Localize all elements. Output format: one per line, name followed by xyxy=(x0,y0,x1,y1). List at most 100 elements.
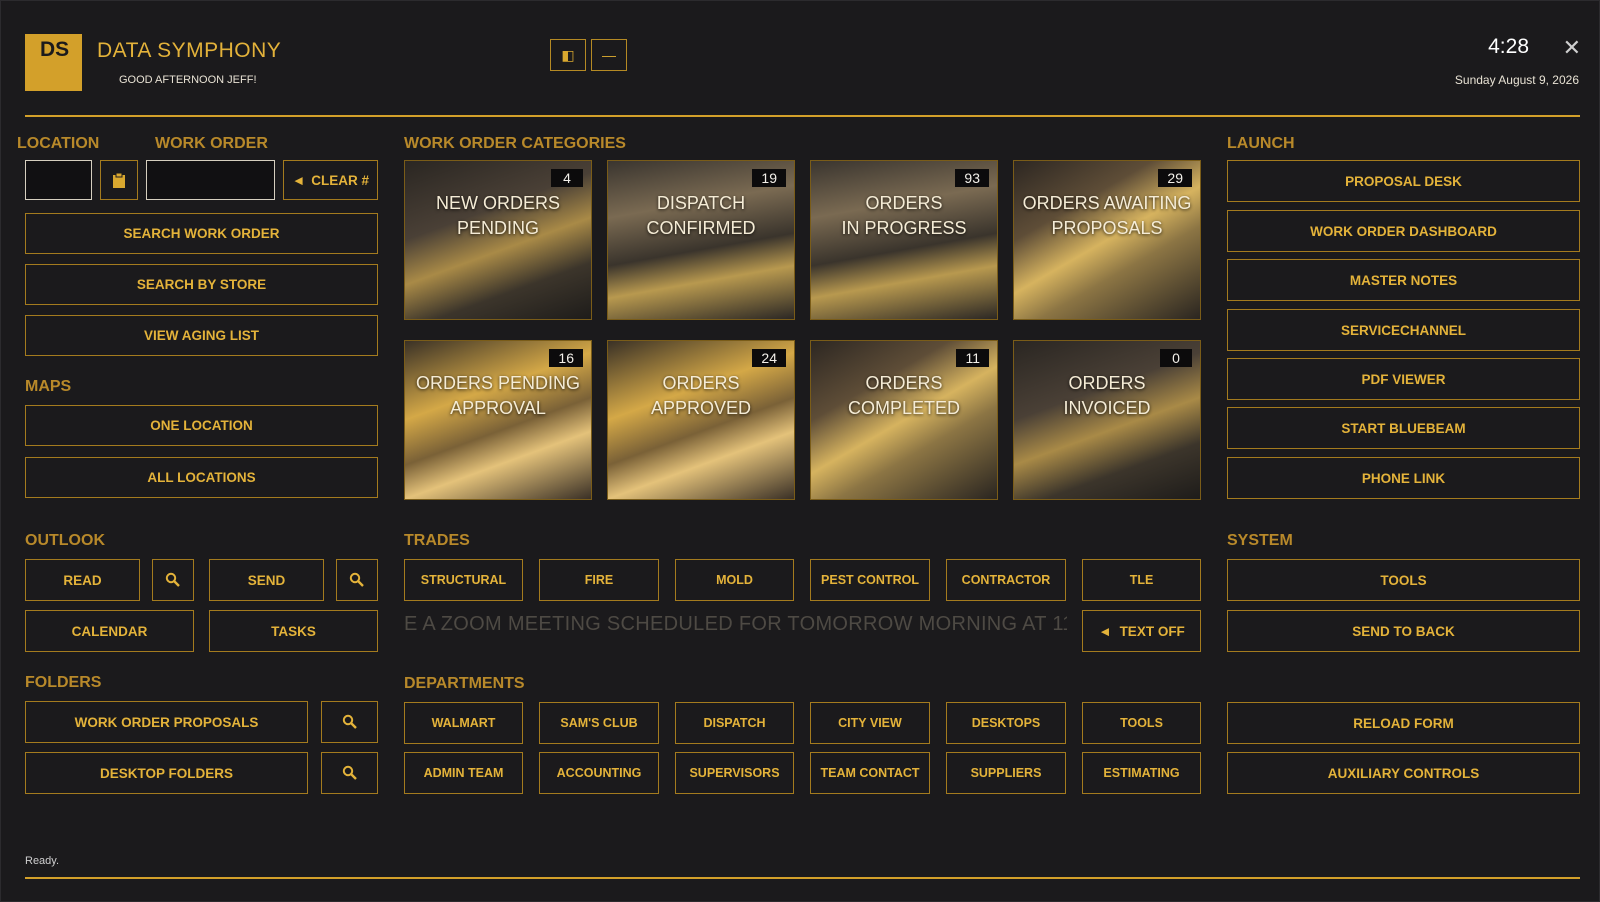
system-tools-button[interactable]: TOOLS xyxy=(1227,559,1580,601)
close-icon: ✕ xyxy=(1562,35,1581,60)
tile-label-line1: ORDERS xyxy=(865,373,943,393)
dept-supervisors-button[interactable]: SUPERVISORS xyxy=(675,752,794,794)
work-order-categories-label: WORK ORDER CATEGORIES xyxy=(404,135,626,152)
all-locations-button[interactable]: ALL LOCATIONS xyxy=(25,457,378,498)
search-read-button[interactable] xyxy=(152,559,194,601)
dept-suppliers-button[interactable]: SUPPLIERS xyxy=(946,752,1066,794)
tile-count: 19 xyxy=(752,169,786,187)
tile-orders-completed[interactable]: 11 ORDERS COMPLETED xyxy=(810,340,998,500)
work-order-input[interactable] xyxy=(146,160,275,200)
desktop-folders-button[interactable]: DESKTOP FOLDERS xyxy=(25,752,308,794)
trade-pest-control-button[interactable]: PEST CONTROL xyxy=(810,559,930,601)
tile-label-line2: PENDING xyxy=(456,218,539,238)
dept-dispatch-button[interactable]: DISPATCH xyxy=(675,702,794,744)
trade-mold-button[interactable]: MOLD xyxy=(675,559,794,601)
launch-master-notes-button[interactable]: MASTER NOTES xyxy=(1227,259,1580,301)
arrow-left-icon: ◄ xyxy=(291,172,306,188)
tile-count: 24 xyxy=(752,349,786,367)
app-window: DS DATA SYMPHONY GOOD AFTERNOON JEFF! ◧ … xyxy=(0,0,1600,902)
trade-tle-button[interactable]: TLE xyxy=(1082,559,1201,601)
tile-label-line1: ORDERS AWAITING xyxy=(1022,193,1192,213)
work-order-proposals-button[interactable]: WORK ORDER PROPOSALS xyxy=(25,701,308,743)
tile-count: 93 xyxy=(955,169,989,187)
close-button[interactable]: ✕ xyxy=(1563,35,1581,61)
one-location-button[interactable]: ONE LOCATION xyxy=(25,405,378,446)
launch-pdf-viewer-button[interactable]: PDF VIEWER xyxy=(1227,358,1580,400)
launch-start-bluebeam-button[interactable]: START BLUEBEAM xyxy=(1227,407,1580,449)
search-icon xyxy=(342,714,357,729)
tile-count: 4 xyxy=(551,169,583,187)
tile-label-line2: COMPLETED xyxy=(847,398,961,418)
tile-orders-invoiced[interactable]: 0 ORDERS INVOICED xyxy=(1013,340,1201,500)
calendar-button[interactable]: CALENDAR xyxy=(25,610,194,652)
auxiliary-controls-button[interactable]: AUXILIARY CONTROLS xyxy=(1227,752,1580,794)
dept-sams-club-button[interactable]: SAM'S CLUB xyxy=(539,702,659,744)
dept-desktops-button[interactable]: DESKTOPS xyxy=(946,702,1066,744)
location-input[interactable] xyxy=(25,160,92,200)
send-to-back-button[interactable]: SEND TO BACK xyxy=(1227,610,1580,652)
launch-work-order-dashboard-button[interactable]: WORK ORDER DASHBOARD xyxy=(1227,210,1580,252)
tile-new-orders-pending[interactable]: 4 NEW ORDERS PENDING xyxy=(404,160,592,320)
tasks-button[interactable]: TASKS xyxy=(209,610,378,652)
header-divider xyxy=(25,115,1580,117)
status-text: Ready. xyxy=(25,855,60,867)
trade-structural-button[interactable]: STRUCTURAL xyxy=(404,559,523,601)
tile-label: ORDERS APPROVED xyxy=(608,371,794,421)
tile-orders-pending-approval[interactable]: 16 ORDERS PENDING APPROVAL xyxy=(404,340,592,500)
search-by-store-button[interactable]: SEARCH BY STORE xyxy=(25,264,378,305)
tile-count: 16 xyxy=(549,349,583,367)
tile-label-line1: ORDERS xyxy=(662,373,740,393)
dept-tools-button[interactable]: TOOLS xyxy=(1082,702,1201,744)
search-work-order-button[interactable]: SEARCH WORK ORDER xyxy=(25,213,378,254)
date-display: Sunday August 9, 2026 xyxy=(1454,73,1579,87)
text-off-label: TEXT OFF xyxy=(1119,623,1185,639)
tile-count: 11 xyxy=(956,349,989,367)
trade-fire-button[interactable]: FIRE xyxy=(539,559,659,601)
dept-accounting-button[interactable]: ACCOUNTING xyxy=(539,752,659,794)
departments-label: DEPARTMENTS xyxy=(404,675,525,692)
outlook-label: OUTLOOK xyxy=(25,532,105,549)
search-desktop-folders-button[interactable] xyxy=(321,752,378,794)
search-icon xyxy=(349,572,364,587)
dept-team-contact-button[interactable]: TEAM CONTACT xyxy=(810,752,930,794)
tile-count: 29 xyxy=(1158,169,1192,187)
dept-city-view-button[interactable]: CITY VIEW xyxy=(810,702,930,744)
tile-label-line2: IN PROGRESS xyxy=(841,218,967,238)
tile-label-line1: DISPATCH xyxy=(656,193,746,213)
outlook-read-button[interactable]: READ xyxy=(25,559,140,601)
tile-label-line1: ORDERS xyxy=(1068,373,1146,393)
tile-label: ORDERS AWAITING PROPOSALS xyxy=(1014,191,1200,241)
reload-form-button[interactable]: RELOAD FORM xyxy=(1227,702,1580,744)
text-off-button[interactable]: ◄ TEXT OFF xyxy=(1082,610,1201,652)
tile-orders-in-progress[interactable]: 93 ORDERS IN PROGRESS xyxy=(810,160,998,320)
minimize-button[interactable]: — xyxy=(591,39,627,71)
clear-number-button[interactable]: ◄ CLEAR # xyxy=(283,160,378,200)
tile-dispatch-confirmed[interactable]: 19 DISPATCH CONFIRMED xyxy=(607,160,795,320)
tile-label: ORDERS COMPLETED xyxy=(811,371,997,421)
sidebar-toggle-button[interactable]: ◧ xyxy=(550,39,586,71)
view-aging-list-button[interactable]: VIEW AGING LIST xyxy=(25,315,378,356)
tile-orders-awaiting-proposals[interactable]: 29 ORDERS AWAITING PROPOSALS xyxy=(1013,160,1201,320)
trade-contractor-button[interactable]: CONTRACTOR xyxy=(946,559,1066,601)
tile-label-line2: APPROVED xyxy=(650,398,752,418)
outlook-send-button[interactable]: SEND xyxy=(209,559,324,601)
search-send-button[interactable] xyxy=(336,559,378,601)
news-ticker: E A ZOOM MEETING SCHEDULED FOR TOMORROW … xyxy=(404,613,1067,635)
dept-admin-team-button[interactable]: ADMIN TEAM xyxy=(404,752,523,794)
launch-phone-link-button[interactable]: PHONE LINK xyxy=(1227,457,1580,499)
tile-orders-approved[interactable]: 24 ORDERS APPROVED xyxy=(607,340,795,500)
paste-button[interactable] xyxy=(100,160,138,200)
dept-walmart-button[interactable]: WALMART xyxy=(404,702,523,744)
tile-label-line1: NEW ORDERS xyxy=(435,193,560,213)
launch-proposal-desk-button[interactable]: PROPOSAL DESK xyxy=(1227,160,1580,202)
dept-estimating-button[interactable]: ESTIMATING xyxy=(1082,752,1201,794)
tile-count: 0 xyxy=(1160,349,1192,367)
launch-servicechannel-button[interactable]: SERVICECHANNEL xyxy=(1227,309,1580,351)
tile-label: ORDERS PENDING APPROVAL xyxy=(405,371,591,421)
tile-label-line2: CONFIRMED xyxy=(646,218,756,238)
clear-number-label: CLEAR # xyxy=(311,172,370,188)
location-label: LOCATION xyxy=(17,135,100,152)
tile-label-line2: APPROVAL xyxy=(450,398,546,418)
clock: 4:28 xyxy=(1488,35,1529,58)
search-proposals-button[interactable] xyxy=(321,701,378,743)
